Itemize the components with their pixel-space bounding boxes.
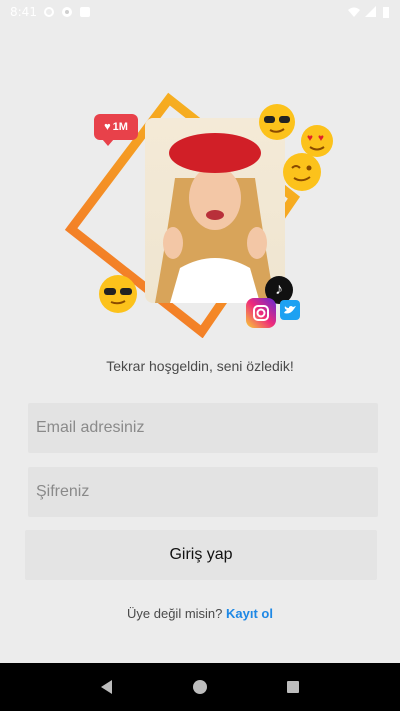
recents-button[interactable] <box>281 675 305 699</box>
email-field[interactable] <box>28 403 378 453</box>
login-button[interactable]: Giriş yap <box>25 530 377 580</box>
status-time: 8:41 <box>10 5 37 19</box>
svg-text:♥: ♥ <box>307 133 313 144</box>
battery-icon <box>383 7 389 18</box>
home-icon <box>192 680 207 694</box>
winking-emoji-icon <box>283 153 321 191</box>
sunglasses-emoji-icon <box>259 104 295 140</box>
signal-icon <box>365 6 376 17</box>
storage-icon <box>79 7 90 17</box>
signup-row: Üye değil misin? Kayıt ol <box>0 606 400 621</box>
recents-icon <box>287 681 300 693</box>
heart-icon: ♥ <box>104 121 111 133</box>
likes-badge: ♥ 1M <box>94 114 138 146</box>
welcome-text: Tekrar hoşgeldin, seni özledik! <box>106 358 294 374</box>
svg-text:♥: ♥ <box>318 133 324 144</box>
cool-emoji-icon <box>99 275 137 313</box>
signup-link[interactable]: Kayıt ol <box>226 606 273 621</box>
instagram-icon <box>246 298 276 328</box>
back-icon <box>100 680 112 694</box>
navigation-bar <box>0 663 400 711</box>
sync-icon <box>61 7 72 17</box>
wifi-icon <box>348 7 360 17</box>
settings-icon <box>43 7 54 17</box>
woman-photo <box>145 118 285 303</box>
back-button[interactable] <box>95 675 119 699</box>
password-field[interactable] <box>28 467 378 517</box>
hero-illustration: ♥ 1M ♥ ♥ ♪ <box>60 88 340 338</box>
signup-prompt: Üye değil misin? <box>127 606 223 621</box>
home-button[interactable] <box>188 675 212 699</box>
likes-count: 1M <box>112 121 128 133</box>
status-bar: 8:41 <box>0 0 400 24</box>
twitter-icon <box>280 300 300 320</box>
